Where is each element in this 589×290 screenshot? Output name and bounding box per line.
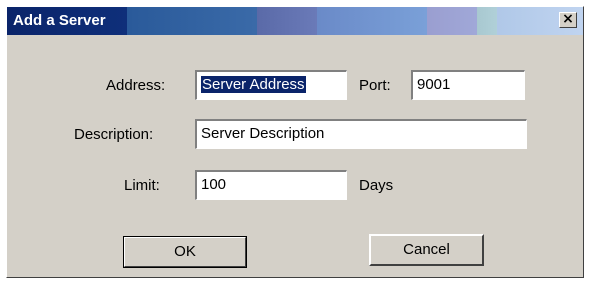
- address-field[interactable]: Server Address: [195, 70, 347, 100]
- port-value: 9001: [417, 76, 451, 93]
- port-field[interactable]: 9001: [411, 70, 525, 100]
- add-server-dialog: Add a Server × Address: Server Address P…: [6, 6, 584, 278]
- limit-value: 100: [201, 176, 227, 193]
- limit-field[interactable]: 100: [195, 170, 347, 200]
- limit-label: Limit:: [124, 177, 160, 194]
- ok-button[interactable]: OK: [123, 236, 247, 268]
- address-label: Address:: [106, 77, 166, 94]
- address-value: Server Address: [201, 76, 306, 93]
- title-bar[interactable]: Add a Server ×: [7, 7, 583, 35]
- close-icon[interactable]: ×: [559, 12, 577, 28]
- cancel-button[interactable]: Cancel: [369, 234, 484, 266]
- description-value: Server Description: [201, 125, 325, 142]
- description-label: Description:: [74, 126, 154, 143]
- port-label: Port:: [359, 77, 391, 94]
- limit-unit-label: Days: [359, 177, 394, 194]
- dialog-title: Add a Server: [13, 12, 106, 29]
- description-field[interactable]: Server Description: [195, 119, 527, 149]
